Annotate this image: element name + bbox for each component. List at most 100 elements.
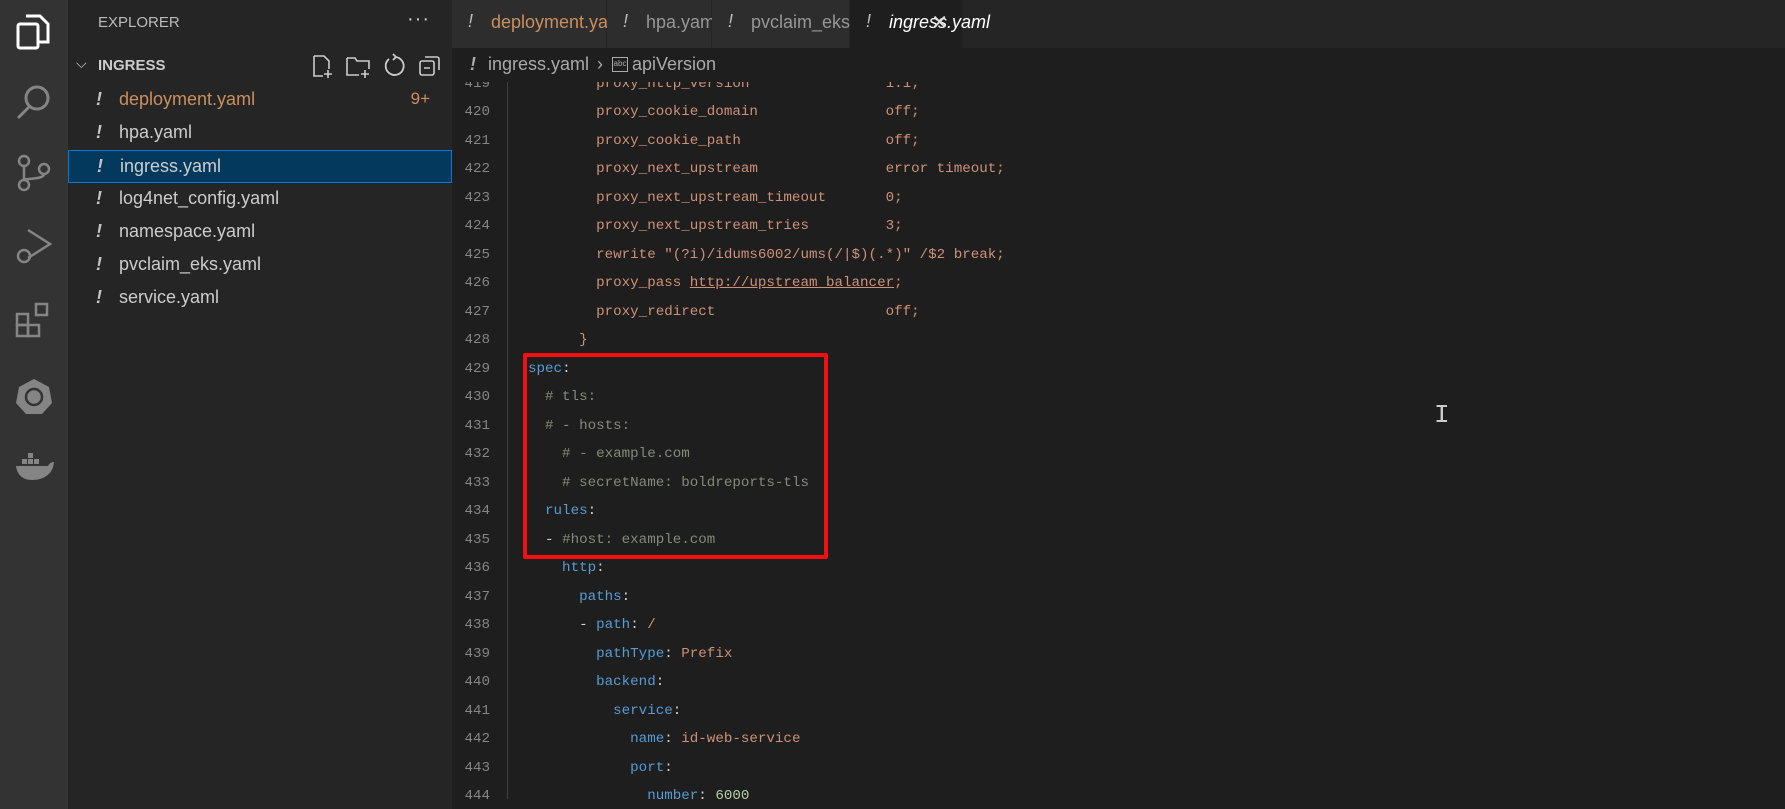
file-item[interactable]: ! namespace.yaml <box>68 216 452 249</box>
line-number: 432 <box>464 446 490 463</box>
file-item[interactable]: ! pvclaim_eks.yaml <box>68 249 452 282</box>
code-token: port <box>528 759 665 776</box>
code-line: proxy_cookie_path off; <box>528 127 920 156</box>
folder-section-header[interactable]: ⌵ INGRESS <box>68 52 452 80</box>
line-number: 425 <box>464 246 490 263</box>
code-token: proxy_next_upstream_tries 3; <box>528 218 903 235</box>
code-line: proxy_cookie_domain off; <box>528 98 920 127</box>
source-control-icon[interactable] <box>14 153 54 193</box>
code-token: name <box>528 731 665 748</box>
file-name: namespace.yaml <box>119 221 256 241</box>
code-token: : <box>672 702 682 719</box>
line-number: 429 <box>464 360 490 377</box>
file-name: pvclaim_eks.yaml <box>119 254 262 274</box>
code-token: : <box>664 759 673 776</box>
line-number: 419 <box>464 82 490 92</box>
tab[interactable]: ! ingress.yaml ✕ <box>850 0 990 48</box>
file-item[interactable]: ! log4net_config.yaml <box>68 183 452 216</box>
code-token: rewrite "(?i)/idums6002/ums(/|$)(.*)" /$… <box>528 246 1005 263</box>
file-item[interactable]: ! service.yaml <box>68 282 452 315</box>
code-token: - <box>528 617 597 634</box>
tab[interactable]: ! pvclaim_eks.yaml <box>712 0 893 48</box>
code-token: } <box>528 332 588 349</box>
code-token: proxy_redirect off; <box>528 303 920 320</box>
code-line: proxy_next_upstream_timeout 0; <box>528 184 903 213</box>
code-token: : <box>596 560 605 577</box>
file-name: deployment.yaml <box>119 89 256 109</box>
code-token: proxy_next_upstream_timeout 0; <box>528 189 903 206</box>
code-line: proxy_pass http://upstream_balancer; <box>528 269 903 298</box>
activity-bar <box>0 0 68 809</box>
code-token: paths <box>528 588 622 605</box>
problem-count-badge: 9+ <box>410 89 430 108</box>
editor-tabs: ! deployment.yaml 9+! hpa.yaml! pvclaim_eks… <box>452 0 1785 48</box>
code-token: id-web-service <box>681 731 801 748</box>
file-item[interactable]: ! hpa.yaml <box>68 117 452 150</box>
line-number: 434 <box>464 503 490 520</box>
close-icon[interactable]: ✕ <box>931 10 948 35</box>
yaml-file-icon: ! <box>728 11 734 31</box>
code-line: service: <box>528 697 681 726</box>
code-token: / <box>647 617 656 634</box>
file-item[interactable]: ! deployment.yaml 9+ <box>68 84 452 117</box>
code-token: number <box>528 788 699 805</box>
breadcrumb-symbol[interactable]: apiVersion <box>632 54 716 75</box>
highlight-box <box>523 353 828 559</box>
chevron-down-icon: ⌵ <box>76 55 87 71</box>
line-number: 424 <box>464 218 490 235</box>
code-token: : <box>664 645 682 662</box>
code-line: proxy_http_version 1.1; <box>528 82 920 98</box>
line-number: 427 <box>464 303 490 320</box>
line-number: 421 <box>464 132 490 149</box>
line-number: 440 <box>464 674 490 691</box>
code-token: : <box>664 731 682 748</box>
search-icon[interactable] <box>14 82 54 122</box>
yaml-file-icon: ! <box>470 54 476 74</box>
code-token: proxy_next_upstream error timeout; <box>528 161 1005 178</box>
tab[interactable]: ! hpa.yaml <box>607 0 719 48</box>
code-line: paths: <box>528 583 630 612</box>
text-cursor-icon: I <box>1434 400 1450 430</box>
code-line: } <box>528 326 588 355</box>
breadcrumb-file[interactable]: ingress.yaml <box>488 54 589 75</box>
kubernetes-icon[interactable] <box>14 376 54 416</box>
yaml-file-icon: ! <box>468 11 474 31</box>
line-number: 436 <box>464 560 490 577</box>
yaml-file-icon: ! <box>96 221 102 241</box>
breadcrumb-separator: › <box>597 54 603 74</box>
run-debug-icon[interactable] <box>14 226 54 266</box>
code-token: pathType <box>528 645 665 662</box>
code-token: proxy_cookie_domain off; <box>528 104 920 121</box>
new-folder-icon[interactable] <box>344 52 372 80</box>
refresh-icon[interactable] <box>380 52 408 80</box>
explorer-sidebar: EXPLORER ··· ⌵ INGRESS ! deployment.yaml 9… <box>68 0 452 809</box>
code-token: : <box>630 617 648 634</box>
yaml-file-icon: ! <box>96 254 102 274</box>
code-line: proxy_next_upstream_tries 3; <box>528 212 903 241</box>
yaml-file-icon: ! <box>96 89 102 109</box>
yaml-file-icon: ! <box>96 287 102 307</box>
code-token: ; <box>894 275 903 292</box>
file-name: ingress.yaml <box>120 156 222 176</box>
code-token: backend <box>528 674 656 691</box>
code-token: proxy_pass <box>528 275 690 292</box>
line-number: 430 <box>464 389 490 406</box>
collapse-all-icon[interactable] <box>416 52 444 80</box>
file-item[interactable]: ! ingress.yaml <box>68 150 452 183</box>
yaml-file-icon: ! <box>96 122 102 142</box>
new-file-icon[interactable] <box>308 52 336 80</box>
code-line: proxy_next_upstream error timeout; <box>528 155 1005 184</box>
line-number: 439 <box>464 645 490 662</box>
folder-name: INGRESS <box>98 57 166 74</box>
tab[interactable]: ! deployment.yaml 9+ <box>452 0 653 48</box>
explorer-icon[interactable] <box>14 12 54 52</box>
line-number: 422 <box>464 161 490 178</box>
extensions-icon[interactable] <box>14 300 54 340</box>
code-line: number: 6000 <box>528 782 749 809</box>
code-token: Prefix <box>681 645 733 662</box>
code-token: : <box>698 788 716 805</box>
code-line: rewrite "(?i)/idums6002/ums(/|$)(.*)" /$… <box>528 241 1005 270</box>
docker-icon[interactable] <box>14 446 54 486</box>
more-actions-button[interactable]: ··· <box>407 8 430 31</box>
code-token: proxy_http_version 1.1; <box>528 82 920 92</box>
